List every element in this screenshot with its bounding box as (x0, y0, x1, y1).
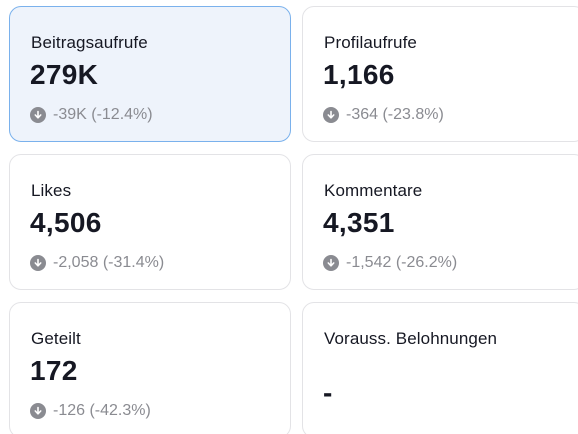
metric-change-text: -126 (-42.3%) (53, 402, 151, 419)
metric-change-text: -39K (-12.4%) (53, 106, 153, 123)
metric-value: 279K (30, 59, 99, 90)
analytics-metrics-grid: Beitragsaufrufe 279K -39K (-12.4%) Profi… (0, 0, 578, 434)
metric-card-likes[interactable]: Likes 4,506 -2,058 (-31.4%) (9, 154, 291, 290)
arrow-down-circle-icon (30, 403, 46, 419)
metric-label: Beitragsaufrufe (31, 33, 148, 52)
metric-card-profile-views[interactable]: Profilaufrufe 1,166 -364 (-23.8%) (302, 6, 578, 142)
metric-card-shares[interactable]: Geteilt 172 -126 (-42.3%) (9, 302, 291, 434)
metric-change: -39K (-12.4%) (30, 106, 153, 124)
arrow-down-circle-icon (323, 255, 339, 271)
metric-card-post-views[interactable]: Beitragsaufrufe 279K -39K (-12.4%) (9, 6, 291, 142)
metric-change: -126 (-42.3%) (30, 402, 151, 420)
metric-change: -2,058 (-31.4%) (30, 254, 164, 272)
metric-change: -364 (-23.8%) (323, 106, 444, 124)
metric-value: 1,166 (323, 59, 395, 90)
arrow-down-circle-icon (30, 107, 46, 123)
metric-value: 4,506 (30, 207, 102, 238)
metric-value: 172 (30, 355, 78, 386)
metric-label: Profilaufrufe (324, 33, 417, 52)
metric-change-text: -1,542 (-26.2%) (346, 254, 458, 271)
metric-change-text: -364 (-23.8%) (346, 106, 444, 123)
metric-label: Likes (31, 181, 72, 200)
metric-value: 4,351 (323, 207, 395, 238)
arrow-down-circle-icon (30, 255, 46, 271)
metric-card-estimated-rewards[interactable]: Vorauss. Belohnungen - (302, 302, 578, 434)
metric-card-comments[interactable]: Kommentare 4,351 -1,542 (-26.2%) (302, 154, 578, 290)
metric-label: Vorauss. Belohnungen (324, 329, 498, 348)
metric-change-text: -2,058 (-31.4%) (53, 254, 165, 271)
metric-change: -1,542 (-26.2%) (323, 254, 457, 272)
metric-label: Kommentare (324, 181, 423, 200)
metric-label: Geteilt (31, 329, 81, 348)
arrow-down-circle-icon (323, 107, 339, 123)
metric-value: - (323, 377, 333, 408)
